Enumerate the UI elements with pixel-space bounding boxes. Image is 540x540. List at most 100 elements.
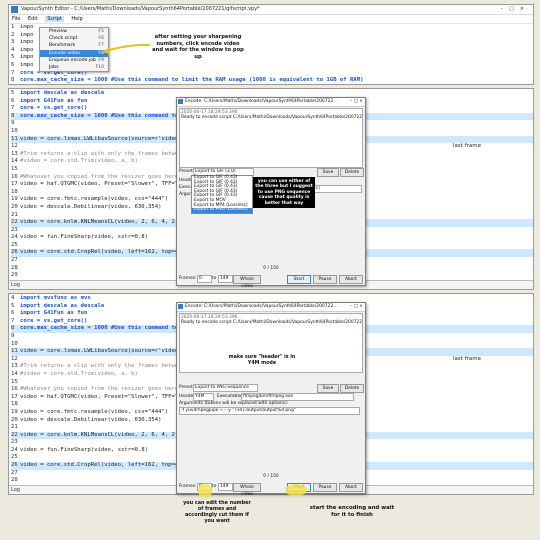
frames-to-input[interactable]: 149: [218, 483, 233, 491]
dialog-title-bar: Encode: C:/Users/Mathi/Downloads/VapourS…: [177, 98, 365, 107]
line-number: 2: [11, 31, 15, 38]
line-number: 4: [11, 46, 15, 53]
abort-button[interactable]: Abort: [339, 275, 363, 284]
annotation-header-note: make sure "header" is in Y4M mode: [228, 355, 296, 366]
app-icon: [178, 99, 183, 104]
line-number: 6: [11, 97, 15, 104]
line-number: 17: [11, 181, 18, 188]
frames-label: Frames:: [179, 276, 197, 281]
line-number: 11: [11, 135, 18, 142]
code-text: video = descale.Debilinear(video, 630,35…: [20, 203, 162, 210]
start-highlight-marker: [285, 484, 307, 496]
whole-video-button[interactable]: Whole video: [233, 483, 261, 497]
menu-item-label: Benchmark: [49, 43, 76, 49]
menu-help[interactable]: Help: [71, 16, 82, 22]
line-number: 25: [11, 241, 18, 248]
line-number: 24: [11, 234, 18, 241]
code-text: impo: [20, 61, 34, 68]
preset-label: Preset:: [179, 385, 195, 390]
line-number: 1: [11, 24, 15, 30]
window-controls[interactable]: –□×: [501, 5, 530, 14]
close-icon[interactable]: – □ ×: [350, 98, 363, 106]
line-number: 29: [11, 272, 18, 279]
menu-item-shortcut: F5: [98, 29, 104, 34]
menu-item-label: Encode video: [49, 50, 80, 56]
script-menu-item[interactable]: Jobs F10: [40, 64, 108, 71]
line-number: 27: [11, 469, 18, 476]
code-text: #Whatever you copied from the resizer go…: [20, 173, 179, 180]
script-menu-item[interactable]: Check script F6: [40, 35, 108, 42]
truncated-comment: last frame: [453, 356, 481, 362]
line-number: 17: [11, 393, 18, 400]
annotation-encode-instructions: after setting your sharpening numbers, c…: [152, 34, 244, 60]
encode-log: 2020-06-17 18:29:53.396 Ready to encode …: [179, 108, 363, 168]
whole-video-button[interactable]: Whole video: [233, 275, 261, 289]
dialog-title: Encode: C:/Users/Mathi/Downloads/VapourS…: [185, 304, 338, 309]
script-menu-item[interactable]: Encode video F8: [40, 49, 108, 57]
close-icon[interactable]: – □ ×: [350, 303, 363, 311]
code-text: video = core.fmtc.resample(video, css="4…: [20, 196, 169, 203]
truncated-comment: last frame: [453, 143, 481, 149]
dialog-title-bar: Encode: C:/Users/Mathi/Downloads/VapourS…: [177, 303, 365, 312]
line-number: 9: [11, 120, 15, 127]
code-text: core = vs.get_core(): [20, 317, 88, 324]
code-text: video = fun.FineSharp(video, sstr=0.8): [20, 234, 148, 241]
code-text: import mvsfunc as mvs: [20, 295, 91, 301]
line-number: 7: [11, 69, 15, 76]
code-text: video = haf.QTGMC(video, Preset="Slower"…: [20, 181, 192, 188]
line-number: 20: [11, 203, 18, 210]
delete-button[interactable]: Delete: [340, 168, 364, 177]
code-text: #Whatever you copied from the resizer go…: [20, 386, 179, 393]
title-bar: VapourSynth Editor - C:/Users/Mathi/Down…: [9, 5, 533, 15]
line-number: 23: [11, 226, 18, 233]
start-button[interactable]: Start: [287, 275, 311, 284]
menu-item-label: Preview: [49, 29, 67, 34]
line-number: 15: [11, 165, 18, 172]
arguments-input[interactable]: -f yuv4mpegpipe -i - -y "{sd}/output/out…: [179, 407, 360, 415]
log-message: Ready to encode script C:/Users/Mathi/Do…: [181, 115, 363, 120]
frames-from-input[interactable]: 0: [197, 275, 212, 283]
delete-button[interactable]: Delete: [340, 384, 364, 393]
encode-dialog: Encode: C:/Users/Mathi/Downloads/VapourS…: [176, 97, 366, 289]
code-text: import G41Fun as fun: [20, 97, 88, 104]
preset-select[interactable]: Export to PNG Sequence: [193, 384, 258, 392]
frames-to-input[interactable]: 149: [218, 275, 233, 283]
abort-button[interactable]: Abort: [339, 483, 363, 492]
line-number: 18: [11, 401, 18, 408]
line-number: 6: [11, 310, 15, 317]
pause-button[interactable]: Pause: [313, 483, 337, 492]
script-menu-item[interactable]: Preview F5: [40, 28, 108, 35]
progress-text: 0 / 150: [263, 266, 279, 271]
menu-item-shortcut: F10: [95, 64, 105, 70]
code-text: video = descale.Debilinear(video, 630,35…: [20, 416, 162, 423]
code-line[interactable]: 8 core.max_cache_size = 1000 #Use this co…: [11, 77, 533, 84]
menu-file[interactable]: File: [12, 16, 20, 22]
line-number: 3: [11, 39, 15, 46]
line-number: 8: [11, 77, 15, 84]
menu-script[interactable]: Script: [45, 16, 64, 22]
line-number: 27: [11, 257, 18, 264]
pause-button[interactable]: Pause: [313, 275, 337, 284]
script-menu-item[interactable]: Enqueue encode job F9: [40, 57, 108, 64]
annotation-start-note: start the encoding and wait for it to fi…: [309, 505, 395, 518]
menu-bar: File Edit Script Help: [9, 15, 533, 24]
line-number: 12: [11, 143, 18, 150]
script-menu-item[interactable]: Benchmark F7: [40, 42, 108, 49]
code-text: video = fun.FineSharp(video, sstr=0.8): [20, 446, 148, 453]
preset-option[interactable]: Export to PNG (Lossless): [192, 208, 252, 213]
line-number: 9: [11, 332, 15, 339]
menu-item-label: Enqueue encode job: [49, 57, 96, 63]
menu-edit[interactable]: Edit: [28, 16, 38, 22]
app-icon: [11, 6, 18, 13]
save-button[interactable]: Save: [317, 384, 339, 393]
line-number: 28: [11, 477, 18, 484]
save-button[interactable]: Save: [317, 168, 339, 177]
code-text: video = haf.QTGMC(video, Preset="Slower"…: [20, 393, 192, 400]
line-number: 18: [11, 188, 18, 195]
line-number: 12: [11, 355, 18, 362]
arrow-icon: [102, 43, 151, 54]
code-text: import G41Fun as fun: [20, 310, 88, 317]
line-number: 16: [11, 173, 18, 180]
line-number: 26: [11, 249, 18, 256]
line-number: 6: [11, 61, 15, 68]
